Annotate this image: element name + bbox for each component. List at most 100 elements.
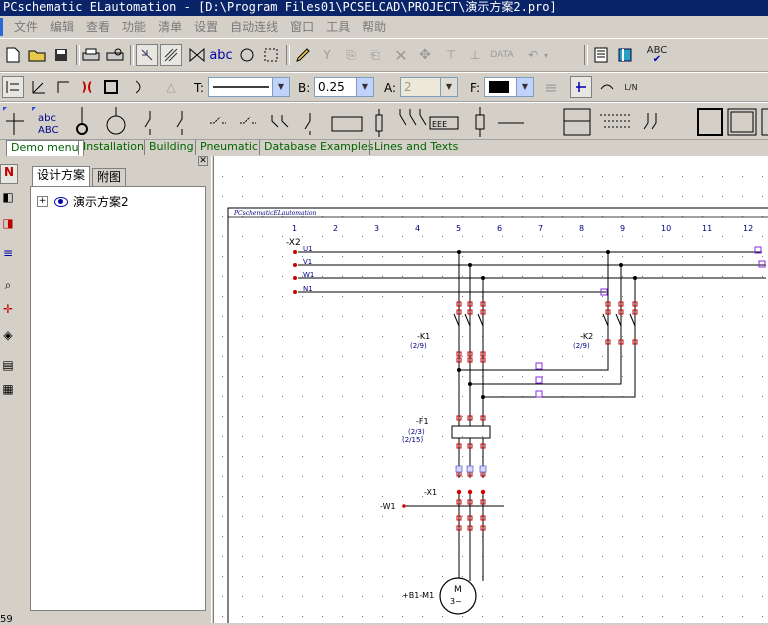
check-mark-icon: ✔ (652, 54, 662, 65)
x1-label: -X1 (424, 488, 437, 497)
tab-pneumatic[interactable]: Pneumatic (195, 140, 262, 155)
triangle-disabled-icon[interactable]: △ (160, 76, 182, 98)
diamond-tool-icon[interactable]: ◈ (0, 328, 16, 346)
fill-label: F: (470, 81, 481, 95)
open-folder-icon[interactable] (26, 44, 48, 66)
cut-disabled-icon[interactable]: Y (316, 44, 338, 66)
book-icon[interactable] (614, 44, 636, 66)
rect-select-icon[interactable] (260, 44, 282, 66)
pencil-icon[interactable] (292, 44, 314, 66)
left-tool-strip: N ◧ ◨ ≡ ⌕ ✛ ◈ ▤ ▦ (0, 156, 18, 623)
menu-edit[interactable]: 编辑 (44, 17, 80, 37)
new-file-icon[interactable] (2, 44, 24, 66)
menu-function[interactable]: 功能 (116, 17, 152, 37)
menu-list[interactable]: 清单 (152, 17, 188, 37)
column-number: 5 (456, 224, 461, 233)
drawing-canvas[interactable]: PCschematicELautomation 1 2 3 4 5 6 7 8 9 10 11 12 … (214, 156, 768, 623)
menu-bar: 文件 编辑 查看 功能 清单 设置 自动连线 窗口 工具 帮助 (0, 16, 768, 38)
line-width-select[interactable]: 0.25 ▼ (314, 77, 374, 97)
menu-settings[interactable]: 设置 (188, 17, 224, 37)
connection-point-icon[interactable] (570, 76, 592, 98)
cross-arc-icon[interactable]: )( (76, 76, 98, 98)
window-title-bar: PCschematic ELautomation - [D:\Program F… (0, 0, 768, 16)
tab-attached-drawings[interactable]: 附图 (92, 168, 127, 187)
crosshair-tool-icon[interactable]: ✛ (0, 302, 16, 320)
fill-color-select[interactable]: ▼ (484, 77, 534, 97)
arrow-size-value: 2 (404, 80, 412, 94)
format-toolbar: )( △ T: ▼ B: 0.25 ▼ A: 2 ▼ F: ▼ ≡ L/N (0, 72, 768, 102)
align-tool-icon[interactable]: ≡ (0, 246, 16, 264)
expand-plus-icon[interactable]: + (37, 196, 48, 207)
tree-node-project[interactable]: + 演示方案2 (37, 193, 129, 210)
tab-building[interactable]: Building (144, 140, 198, 155)
tab-lines-and-texts[interactable]: Lines and Texts (369, 140, 462, 155)
schematic-drawing: PCschematicELautomation 1 2 3 4 5 6 7 8 9 10 11 12 … (222, 176, 768, 623)
panel-close-icon[interactable]: ✕ (198, 156, 208, 166)
column-number: 4 (415, 224, 420, 233)
status-text: 59 (0, 614, 13, 625)
motor-letter: M (454, 585, 462, 595)
column-number: 8 (579, 224, 584, 233)
terminal-x1 (467, 489, 473, 495)
column-number: 2 (333, 224, 338, 233)
spell-check-icon[interactable]: ABC ✔ (644, 44, 670, 66)
page-list-icon[interactable] (590, 44, 612, 66)
k1-contactor (453, 313, 484, 327)
align-bottom-icon[interactable]: ⊥ (464, 44, 486, 66)
report-tool-icon[interactable]: ▦ (0, 382, 16, 400)
print-preview-icon[interactable] (104, 44, 126, 66)
line-width-label: B: (298, 81, 311, 95)
chevron-down-icon: ▼ (356, 78, 373, 96)
tab-design-project[interactable]: 设计方案 (32, 166, 91, 187)
standard-toolbar: abc Y ⎘ ⎗ ✕ ✥ ⊤ ⊥ DATA ↶ ▾ ABC ✔ (0, 38, 768, 72)
bus-lines: U1 V1 W1 N1 (293, 245, 766, 294)
arrow-size-select[interactable]: 2 ▼ (400, 77, 458, 97)
rotate-tool-icon[interactable]: ◨ (0, 216, 16, 234)
circle-tool-icon[interactable] (236, 44, 258, 66)
data-button[interactable]: DATA (490, 44, 514, 66)
move-disabled-icon[interactable]: ✥ (414, 44, 436, 66)
angle-line-icon[interactable] (28, 76, 50, 98)
draw-line-icon[interactable] (160, 44, 182, 66)
menu-window[interactable]: 窗口 (284, 17, 320, 37)
tab-database-examples[interactable]: Database Examples (259, 140, 377, 155)
paste-disabled-icon[interactable]: ⎗ (364, 44, 386, 66)
column-number: 1 (292, 224, 297, 233)
bowtie-icon[interactable] (186, 44, 208, 66)
save-icon[interactable] (50, 44, 72, 66)
mirror-tool-icon[interactable]: ◧ (0, 190, 16, 208)
menu-view[interactable]: 查看 (80, 17, 116, 37)
ratio-icon[interactable]: L/N (620, 76, 642, 98)
copy-disabled-icon[interactable]: ⎘ (340, 44, 362, 66)
tab-installation[interactable]: Installation (78, 140, 148, 155)
symbol-tabs: Demo menu Installation Building Pneumati… (0, 140, 768, 156)
terminal-marker (293, 276, 297, 280)
rectangle-icon[interactable] (100, 76, 122, 98)
menu-autowire[interactable]: 自动连线 (224, 17, 284, 37)
arc-icon[interactable] (128, 76, 150, 98)
symbol-mode-icon[interactable] (2, 76, 24, 98)
select-mode-icon[interactable] (136, 44, 158, 66)
phase-label: V1 (303, 258, 312, 266)
undo-dropdown-icon[interactable]: ▾ (540, 44, 552, 66)
tab-demo-menu[interactable]: Demo menu (6, 140, 84, 156)
equal-lines-icon[interactable]: ≡ (540, 76, 562, 98)
menu-accent (0, 18, 3, 36)
line-type-select[interactable]: ▼ (208, 77, 290, 97)
jumper-icon[interactable] (596, 76, 618, 98)
menu-file[interactable]: 文件 (8, 17, 44, 37)
print-icon[interactable] (80, 44, 102, 66)
align-top-icon[interactable]: ⊤ (440, 44, 462, 66)
k2-ref: (2/9) (573, 342, 590, 350)
delete-disabled-icon[interactable]: ✕ (390, 44, 412, 66)
text-tool-icon[interactable]: abc (209, 44, 232, 66)
corner-line-icon[interactable] (52, 76, 74, 98)
grid-tool-icon[interactable]: N (0, 164, 18, 184)
list-tool-icon[interactable]: ▤ (0, 358, 16, 376)
phase-label: N1 (303, 285, 313, 293)
menu-tools[interactable]: 工具 (320, 17, 356, 37)
menu-help[interactable]: 帮助 (356, 17, 392, 37)
zoom-tool-icon[interactable]: ⌕ (0, 278, 16, 296)
symbol-palette-icons[interactable]: abc ABC EEE (0, 103, 768, 139)
k1-ref: (2/9) (410, 342, 427, 350)
